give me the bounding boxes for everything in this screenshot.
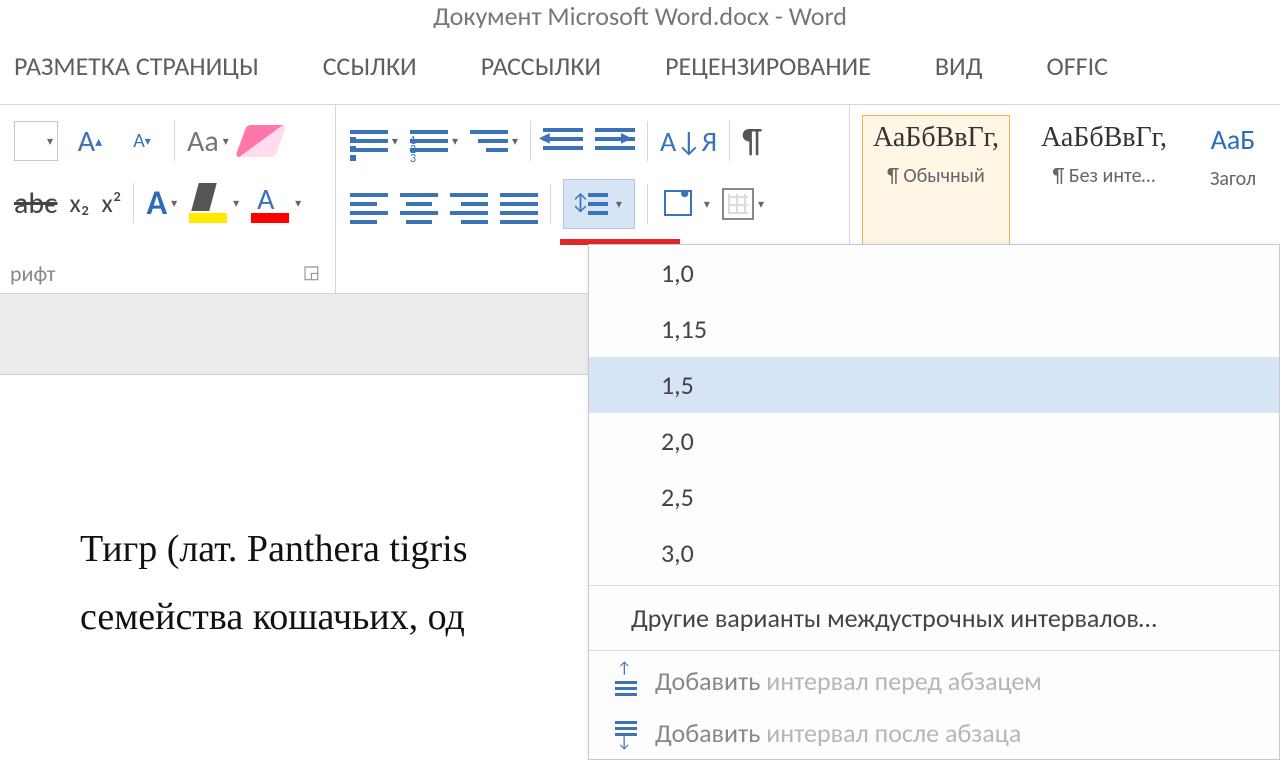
subscript-icon: x₂ (69, 187, 89, 219)
grow-font-button[interactable]: A▴ (70, 121, 110, 161)
font-group-launcher[interactable]: ◲ (303, 261, 325, 283)
style-heading1-sample: АаБ (1209, 122, 1257, 157)
numbering-button[interactable]: ▾ (410, 117, 458, 165)
strikethrough-icon: abє (14, 185, 57, 222)
increase-indent-icon (595, 123, 635, 159)
bullets-icon (350, 125, 388, 157)
sort-button[interactable]: А↓Я (660, 117, 717, 165)
decrease-indent-button[interactable] (543, 117, 583, 165)
ribbon-tabs: РАЗМЕТКА СТРАНИЦЫ ССЫЛКИ РАССЫЛКИ РЕЦЕНЗ… (0, 28, 1280, 104)
spacing-option-1-5[interactable]: 1,5 (589, 357, 1279, 413)
spacing-option-3-0[interactable]: 3,0 (589, 525, 1279, 581)
borders-button[interactable]: ▾ (722, 180, 764, 228)
space-before-icon (609, 667, 637, 695)
clear-formatting-button[interactable] (241, 117, 281, 165)
tab-review[interactable]: РЕЦЕНЗИРОВАНИЕ (665, 50, 871, 82)
style-no-spacing-name: ¶ Без инте… (1041, 164, 1167, 188)
align-left-icon (350, 188, 388, 220)
line-spacing-menu: 1,0 1,15 1,5 2,0 2,5 3,0 Другие варианты… (588, 244, 1280, 760)
highlight-button[interactable]: ▾ (189, 179, 239, 227)
sort-icon: А↓Я (660, 124, 717, 159)
shading-button[interactable]: ▾ (660, 180, 710, 228)
space-after-icon (609, 719, 637, 747)
borders-icon (722, 188, 754, 220)
add-space-before[interactable]: Добавить интервал перед абзацем (589, 655, 1279, 707)
menu-separator (589, 585, 1279, 586)
window-title: Документ Microsoft Word.docx - Word (0, 0, 1280, 28)
menu-separator (589, 650, 1279, 651)
spacing-option-2-5[interactable]: 2,5 (589, 469, 1279, 525)
style-normal-name: ¶ Обычный (873, 164, 999, 188)
shading-icon (660, 186, 700, 222)
highlighter-icon (189, 183, 229, 223)
add-space-before-label: Добавить интервал перед абзацем (655, 665, 1042, 697)
strikethrough-button[interactable]: abє (14, 179, 57, 227)
change-case-button[interactable]: Aa▾ (187, 117, 229, 165)
align-center-icon (400, 188, 438, 220)
add-space-after[interactable]: Добавить интервал после абзаца (589, 707, 1279, 759)
superscript-button[interactable]: x² (101, 179, 121, 227)
spacing-option-1-0[interactable]: 1,0 (589, 245, 1279, 301)
font-size-combo[interactable]: ▾ (14, 117, 58, 165)
font-color-icon: A (251, 183, 291, 223)
tab-references[interactable]: ССЫЛКИ (323, 50, 417, 82)
tab-mailings[interactable]: РАССЫЛКИ (481, 50, 601, 82)
align-left-button[interactable] (350, 180, 388, 228)
style-heading1-name: Загол (1209, 167, 1257, 191)
align-right-button[interactable] (450, 180, 488, 228)
eraser-icon (235, 125, 287, 157)
decrease-indent-icon (543, 123, 583, 159)
spacing-option-2-0[interactable]: 2,0 (589, 413, 1279, 469)
font-color-button[interactable]: A ▾ (251, 179, 301, 227)
change-case-icon: Aa (187, 123, 219, 160)
tab-office[interactable]: OFFIC (1046, 50, 1108, 82)
style-no-spacing-sample: АаБбВвГг, (1041, 122, 1167, 154)
text-effects-button[interactable]: A▾ (146, 179, 177, 227)
align-center-button[interactable] (400, 180, 438, 228)
pilcrow-icon: ¶ (742, 121, 762, 162)
multilevel-list-button[interactable]: ▾ (470, 117, 518, 165)
style-normal-sample: АаБбВвГг, (873, 122, 999, 154)
justify-button[interactable] (500, 180, 538, 228)
increase-indent-button[interactable] (595, 117, 635, 165)
multilevel-list-icon (470, 125, 508, 157)
shrink-font-icon: A (133, 129, 145, 153)
font-group: ▾ A▴ A▾ Aa▾ abє x₂ x² (0, 105, 336, 293)
font-group-label: рифт (10, 260, 325, 287)
subscript-button[interactable]: x₂ (69, 179, 89, 227)
shrink-font-button[interactable]: A▾ (122, 121, 162, 161)
spacing-option-1-15[interactable]: 1,15 (589, 301, 1279, 357)
show-hide-button[interactable]: ¶ (742, 117, 762, 165)
tab-page-layout[interactable]: РАЗМЕТКА СТРАНИЦЫ (14, 50, 259, 82)
tab-view[interactable]: ВИД (935, 50, 983, 82)
superscript-icon: x² (101, 187, 121, 219)
justify-icon (500, 188, 538, 220)
line-spacing-button[interactable]: ▾ (563, 179, 635, 229)
align-right-icon (450, 188, 488, 220)
add-space-after-label: Добавить интервал после абзаца (655, 717, 1021, 749)
numbering-icon (410, 125, 448, 157)
text-effects-icon: A (146, 183, 167, 224)
spacing-options-more[interactable]: Другие варианты междустрочных интервалов… (589, 590, 1279, 646)
line-spacing-icon (576, 188, 608, 220)
bullets-button[interactable]: ▾ (350, 117, 398, 165)
grow-font-icon: A (78, 123, 95, 160)
